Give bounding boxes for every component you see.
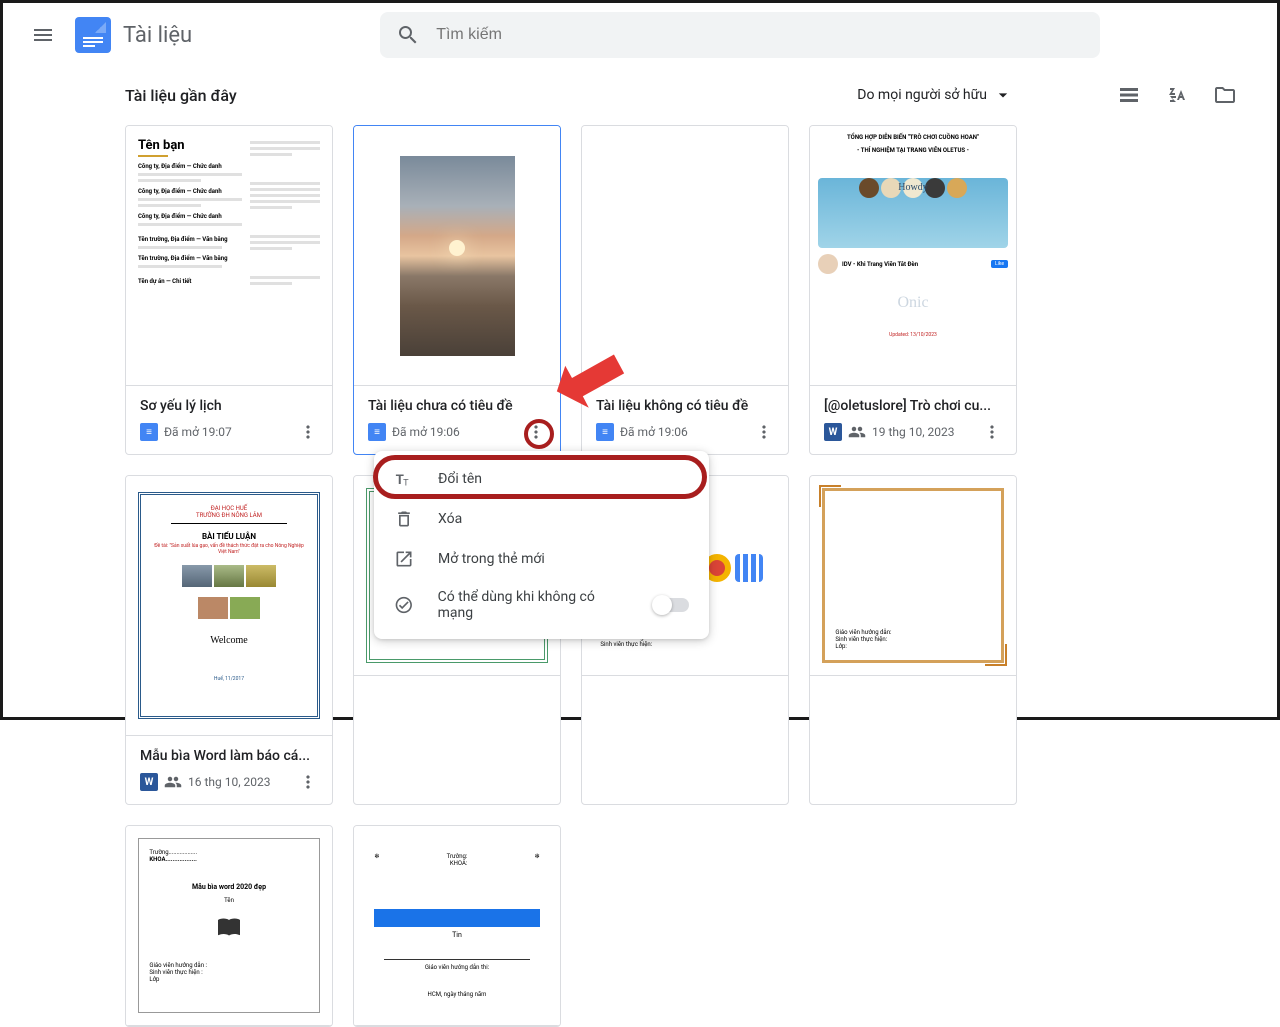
- chevron-down-icon: [993, 85, 1013, 105]
- more-options-button[interactable]: [982, 422, 1002, 442]
- owner-filter-dropdown[interactable]: Do mọi người sở hữu: [857, 85, 1013, 105]
- menu-delete-label: Xóa: [438, 511, 462, 527]
- document-card[interactable]: Trường.................. KHOA...........…: [125, 825, 333, 1027]
- menu-offline[interactable]: Có thể dùng khi không có mạng: [374, 579, 709, 631]
- annotation-oval: [373, 455, 707, 499]
- app-header: Tài liệu: [3, 3, 1277, 67]
- sort-az-icon[interactable]: [1165, 83, 1189, 107]
- list-view-icon[interactable]: [1117, 83, 1141, 107]
- offline-toggle[interactable]: [654, 598, 689, 612]
- docs-type-icon: ≡: [368, 423, 386, 441]
- docs-logo-icon[interactable]: [75, 17, 111, 53]
- document-date: 16 thg 10, 2023: [188, 775, 292, 789]
- shared-icon: [848, 423, 866, 441]
- search-input[interactable]: [436, 26, 1084, 44]
- document-card[interactable]: Giáo viên hướng dẫn: Sinh viên thực hiện…: [809, 475, 1017, 805]
- document-title: Tài liệu chưa có tiêu đề: [368, 398, 546, 414]
- menu-open-new-tab[interactable]: Mở trong thẻ mới: [374, 539, 709, 579]
- document-card[interactable]: ĐẠI HỌC HUẾ TRƯỜNG ĐH NÔNG LÂM BÀI TIỂU …: [125, 475, 333, 805]
- document-thumbnail: [354, 126, 560, 386]
- document-thumbnail: Tên bạn Công ty, Địa điểm — Chức danh Cô…: [126, 126, 332, 386]
- menu-offline-label: Có thể dùng khi không có mạng: [438, 589, 630, 621]
- search-icon: [396, 23, 420, 47]
- document-date: 19 thg 10, 2023: [872, 425, 976, 439]
- document-thumbnail: TỔNG HỢP DIỄN BIẾN "TRÒ CHƠI CUỒNG HOAN"…: [810, 126, 1016, 386]
- document-card[interactable]: ✻ Trường: KHOA: ✻ Tin Giáo viên hướng dẫ…: [353, 825, 561, 1027]
- more-options-button[interactable]: [754, 422, 774, 442]
- document-title: [@oletuslore] Trò chơi cu...: [824, 398, 1002, 414]
- main-menu-button[interactable]: [19, 11, 67, 59]
- menu-open-new-tab-label: Mở trong thẻ mới: [438, 551, 545, 567]
- document-card[interactable]: TỔNG HỢP DIỄN BIẾN "TRÒ CHƠI CUỒNG HOAN"…: [809, 125, 1017, 455]
- document-card[interactable]: Tên bạn Công ty, Địa điểm — Chức danh Cô…: [125, 125, 333, 455]
- document-thumbnail: ĐẠI HỌC HUẾ TRƯỜNG ĐH NÔNG LÂM BÀI TIỂU …: [126, 476, 332, 736]
- word-type-icon: W: [824, 423, 842, 441]
- annotation-circle: [524, 419, 554, 449]
- more-options-button[interactable]: [298, 422, 318, 442]
- offline-icon: [394, 595, 414, 615]
- trash-icon: [394, 509, 414, 529]
- app-title: Tài liệu: [123, 23, 192, 48]
- thumb-heading: Tên bạn: [138, 138, 242, 153]
- document-date: Đã mở 19:07: [164, 425, 292, 439]
- shared-icon: [164, 773, 182, 791]
- owner-filter-label: Do mọi người sở hữu: [857, 87, 987, 103]
- document-card-selected[interactable]: Tài liệu chưa có tiêu đề ≡ Đã mở 19:06: [353, 125, 561, 455]
- search-bar[interactable]: [380, 12, 1100, 58]
- menu-delete[interactable]: Xóa: [374, 499, 709, 539]
- section-toolbar: Tài liệu gần đây Do mọi người sở hữu: [3, 67, 1277, 115]
- document-thumbnail: Giáo viên hướng dẫn: Sinh viên thực hiện…: [810, 476, 1016, 676]
- document-thumbnail: ✻ Trường: KHOA: ✻ Tin Giáo viên hướng dẫ…: [354, 826, 560, 1026]
- document-title: Sơ yếu lý lịch: [140, 398, 318, 414]
- folder-icon[interactable]: [1213, 83, 1237, 107]
- document-thumbnail: Trường.................. KHOA...........…: [126, 826, 332, 1026]
- word-type-icon: W: [140, 773, 158, 791]
- recent-documents-heading: Tài liệu gần đây: [125, 86, 237, 105]
- open-new-tab-icon: [394, 549, 414, 569]
- document-date: Đã mở 19:06: [620, 425, 748, 439]
- document-title: Mẫu bìa Word làm báo cá...: [140, 748, 318, 764]
- docs-type-icon: ≡: [140, 423, 158, 441]
- more-options-button[interactable]: [298, 772, 318, 792]
- document-date: Đã mở 19:06: [392, 425, 520, 439]
